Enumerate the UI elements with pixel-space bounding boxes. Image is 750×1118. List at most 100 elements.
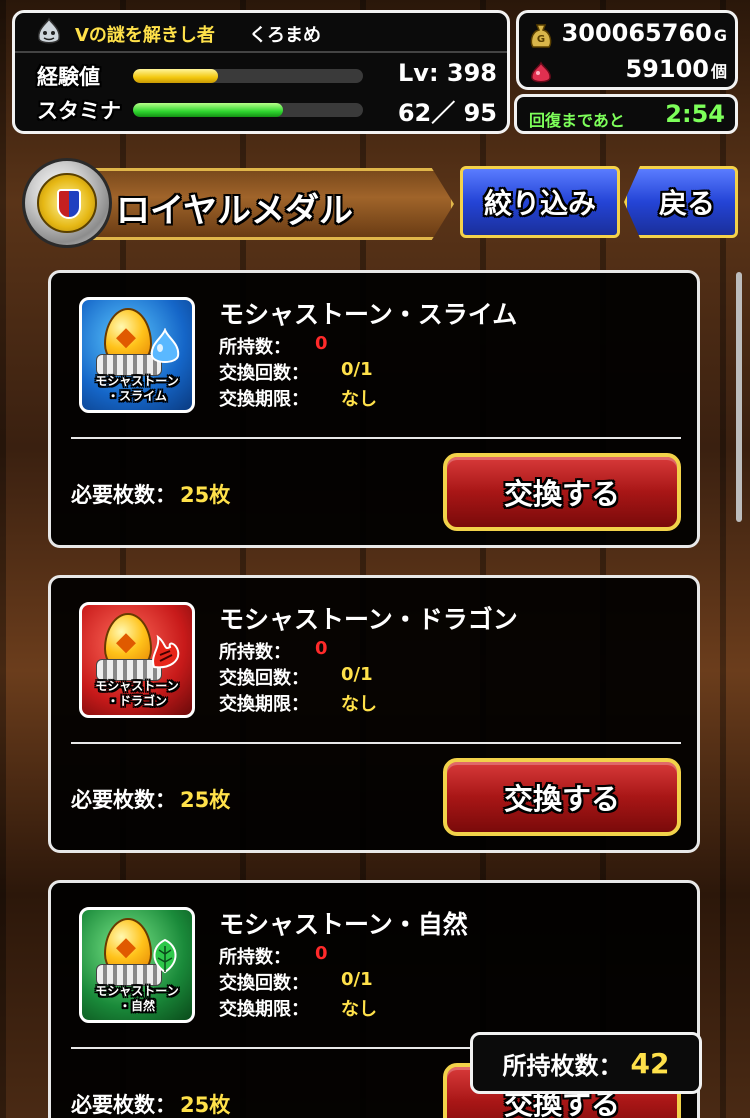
metal-slime-icon (38, 17, 60, 44)
gem-row: 59100 個 (519, 53, 735, 87)
exchange-limit-value: なし (341, 389, 377, 410)
owned-medals-badge: 所持枚数： 42 (470, 1032, 702, 1094)
item-icon-caption: モシャストーン ・自然 (82, 984, 192, 1014)
owned-label: 所持数： (219, 337, 291, 358)
medal-shield (57, 189, 81, 219)
stamina-row: スタミナ 62／ 95 (15, 93, 507, 127)
divider (71, 742, 681, 744)
filter-button[interactable]: 絞り込み (460, 166, 620, 238)
required-cost: 必要枚数： 25枚 (71, 784, 230, 814)
exchange-limit-row: 交換期限： なし (219, 690, 377, 716)
owned-count-row: 所持数： 0 (219, 333, 328, 359)
item-name: モシャストーン・スライム (219, 300, 518, 329)
item-icon[interactable]: ◆ モシャストーン ・スライム (79, 297, 195, 413)
exchange-limit-value: なし (341, 694, 377, 715)
gold-unit: G (713, 26, 727, 45)
caption-line-2: ・自然 (118, 999, 155, 1013)
cost-label: 必要枚数： (71, 1093, 176, 1117)
owned-value: 0 (315, 638, 328, 659)
page-title: ロイヤルメダル (116, 191, 353, 231)
divider (71, 437, 681, 439)
exchange-count-label: 交換回数： (219, 973, 309, 994)
exchange-count-row: 交換回数： 0/1 (219, 969, 373, 995)
exchange-item-card: ◆ モシャストーン ・ドラゴン モシャストーン・ドラゴン 所持数： 0 交換回数： 0… (48, 575, 700, 853)
stamina-label: スタミナ (37, 99, 121, 123)
caption-line-2: ・ドラゴン (106, 694, 167, 708)
cost-label: 必要枚数： (71, 788, 176, 812)
exchange-count-value: 0/1 (341, 969, 373, 990)
caption-line-1: モシャストーン (95, 679, 179, 693)
stamina-bar (133, 103, 363, 117)
leaf-icon (153, 938, 177, 974)
caption-line-1: モシャストーン (95, 984, 179, 998)
gem-unit: 個 (710, 62, 727, 81)
player-status-panel: Vの謎を解きし者 くろまめ 経験値 Lv: 398 スタミナ 62／ 95 (12, 10, 510, 134)
cost-value: 25枚 (180, 483, 231, 507)
scrollbar[interactable] (736, 272, 742, 522)
cost-label: 必要枚数： (71, 483, 176, 507)
exp-row: 経験値 Lv: 398 (15, 59, 507, 93)
dragon-flame-icon (152, 634, 180, 669)
player-name: くろまめ (249, 25, 321, 46)
exchange-count-label: 交換回数： (219, 668, 309, 689)
exchange-count-row: 交換回数： 0/1 (219, 664, 373, 690)
caption-line-2: ・スライム (107, 389, 167, 403)
owned-label: 所持数： (219, 642, 291, 663)
item-icon-caption: モシャストーン ・スライム (82, 374, 192, 404)
currency-panel: G 300065760 G 59100 個 (516, 10, 738, 90)
egg-mark: ◆ (116, 932, 136, 962)
item-icon[interactable]: ◆ モシャストーン ・自然 (79, 907, 195, 1023)
money-bag-icon: G (530, 24, 552, 48)
owned-medals-label: 所持枚数： (502, 1051, 623, 1080)
required-cost: 必要枚数： 25枚 (71, 479, 230, 509)
player-title: Vの謎を解きし者 (75, 25, 215, 46)
exchange-button[interactable]: 交換する (443, 758, 681, 836)
exchange-limit-label: 交換期限： (219, 389, 309, 410)
exchange-count-row: 交換回数： 0/1 (219, 359, 373, 385)
owned-value: 0 (315, 333, 328, 354)
red-gem-icon (531, 61, 551, 83)
exchange-count-value: 0/1 (341, 359, 373, 380)
gold-amount: 300065760 (561, 19, 712, 47)
exchange-limit-label: 交換期限： (219, 999, 309, 1020)
item-icon[interactable]: ◆ モシャストーン ・ドラゴン (79, 602, 195, 718)
owned-count-row: 所持数： 0 (219, 638, 328, 664)
svg-text:G: G (537, 34, 545, 45)
back-button[interactable]: 戻る (624, 166, 738, 238)
owned-value: 0 (315, 943, 328, 964)
exchange-limit-row: 交換期限： なし (219, 385, 377, 411)
gem-value: 59100 個 (625, 55, 727, 83)
exp-bar (133, 69, 363, 83)
exp-bar-fill (133, 69, 219, 83)
gold-value: 300065760 G (562, 19, 727, 47)
owned-medals-value: 42 (630, 1046, 670, 1080)
cost-value: 25枚 (180, 788, 231, 812)
recover-label: 回復まであと (529, 111, 625, 130)
exchange-count-label: 交換回数： (219, 363, 309, 384)
royal-medal-icon (22, 158, 112, 248)
exp-label: 経験値 (37, 65, 100, 89)
medal-face (37, 173, 97, 233)
owned-count-row: 所持数： 0 (219, 943, 328, 969)
exchange-limit-label: 交換期限： (219, 694, 309, 715)
level-value: Lv: 398 (398, 59, 497, 87)
stamina-bar-fill (133, 103, 283, 117)
exchange-limit-value: なし (341, 999, 377, 1020)
stamina-recover-panel: 回復まであと 2:54 (514, 94, 738, 134)
item-name: モシャストーン・自然 (219, 910, 468, 939)
caption-line-1: モシャストーン (95, 374, 179, 388)
item-name: モシャストーン・ドラゴン (219, 605, 518, 634)
owned-label: 所持数： (219, 947, 291, 968)
egg-mark: ◆ (116, 322, 136, 352)
exchange-limit-row: 交換期限： なし (219, 995, 377, 1021)
slime-drop-icon (150, 328, 180, 363)
gold-row: G 300065760 G (519, 17, 735, 51)
exchange-button[interactable]: 交換する (443, 453, 681, 531)
stamina-value: 62／ 95 (397, 99, 497, 127)
exchange-item-card: ◆ モシャストーン ・スライム モシャストーン・スライム 所持数： 0 交換回数： 0… (48, 270, 700, 548)
item-icon-caption: モシャストーン ・ドラゴン (82, 679, 192, 709)
recover-timer: 2:54 (665, 100, 725, 128)
player-title-row: Vの謎を解きし者 くろまめ (15, 13, 507, 53)
required-cost: 必要枚数： 25枚 (71, 1089, 230, 1118)
gem-amount: 59100 (625, 55, 709, 83)
